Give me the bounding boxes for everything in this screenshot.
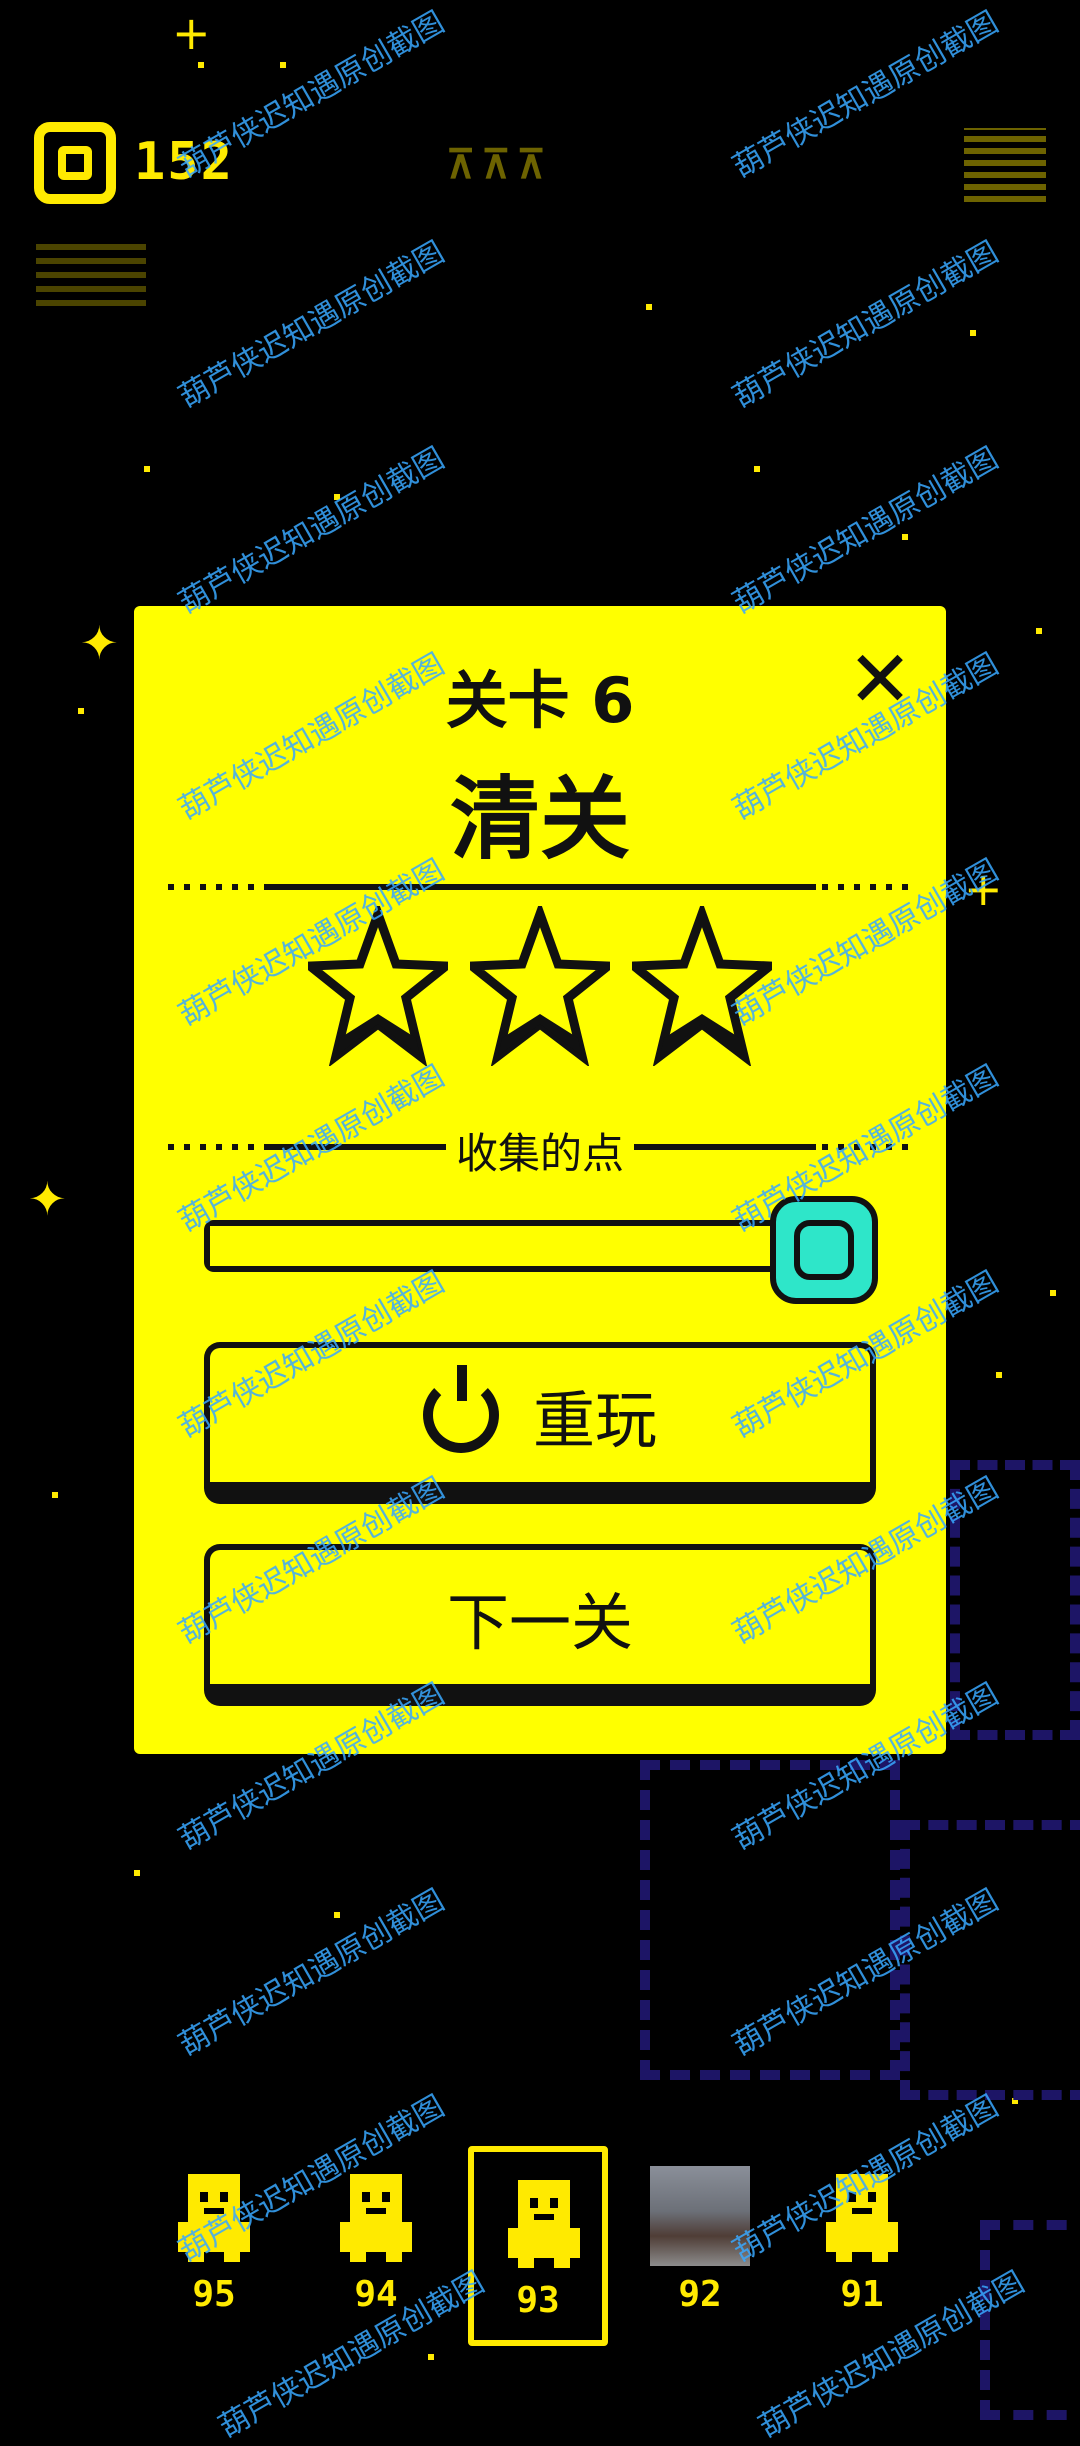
points-progress-bar <box>204 1220 804 1272</box>
star-dot <box>646 304 652 310</box>
replay-label: 重玩 <box>532 1384 657 1457</box>
menu-icon[interactable] <box>36 236 146 306</box>
maze-wall <box>900 1820 1080 2100</box>
watermark-text: 葫芦侠迟知遇原创截图 <box>173 1882 451 2064</box>
star-dot <box>902 534 908 540</box>
stars-progress-icon[interactable]: ⊼⊼⊼ <box>446 142 552 188</box>
sparkle-icon: + <box>172 6 211 60</box>
divider-dots <box>168 884 258 890</box>
divider <box>264 884 816 890</box>
divider-dots <box>822 884 912 890</box>
coin-icon <box>34 122 116 204</box>
robot-character-icon <box>336 2170 416 2262</box>
star-dot <box>1036 628 1042 634</box>
replay-icon <box>422 1365 499 1453</box>
sparkle-icon: ✦ <box>80 616 119 670</box>
watermark-text: 葫芦侠迟知遇原创截图 <box>727 234 1005 416</box>
star-dot <box>996 1372 1002 1378</box>
star-dot <box>754 466 760 472</box>
star-dot <box>970 330 976 336</box>
watermark-text: 葫芦侠迟知遇原创截图 <box>173 440 451 622</box>
star-dot <box>52 1492 58 1498</box>
level-number: 91 <box>840 2274 884 2315</box>
star-dot <box>280 62 286 68</box>
level-number: 93 <box>516 2280 560 2321</box>
points-label-text: 收集的点 <box>445 1129 634 1178</box>
watermark-text: 葫芦侠迟知遇原创截图 <box>727 440 1005 622</box>
level-title: 关卡 6 <box>445 664 635 737</box>
masked-character-icon <box>504 2176 584 2268</box>
sparkle-icon: ✦ <box>28 1172 67 1226</box>
watermark-text: 葫芦侠迟知遇原创截图 <box>173 4 451 186</box>
watermark-text: 葫芦侠迟知遇原创截图 <box>727 4 1005 186</box>
star-dot <box>134 1870 140 1876</box>
level-number: 92 <box>678 2274 722 2315</box>
star-dot <box>198 62 204 68</box>
star-dot <box>428 2354 434 2360</box>
maze-wall <box>980 2220 1080 2420</box>
points-progress-fill <box>210 1226 798 1266</box>
star-dot <box>1050 1290 1056 1296</box>
next-level-label: 下一关 <box>446 1586 633 1659</box>
level-slot[interactable]: 93 <box>468 2146 608 2346</box>
level-number: 95 <box>192 2274 236 2315</box>
star-dot <box>78 708 84 714</box>
star-earned-icon <box>470 906 610 1066</box>
star-dot <box>334 1912 340 1918</box>
watermark-text: 葫芦侠迟知遇原创截图 <box>173 234 451 416</box>
star-dot <box>144 466 150 472</box>
level-grid-icon[interactable] <box>964 128 1046 202</box>
